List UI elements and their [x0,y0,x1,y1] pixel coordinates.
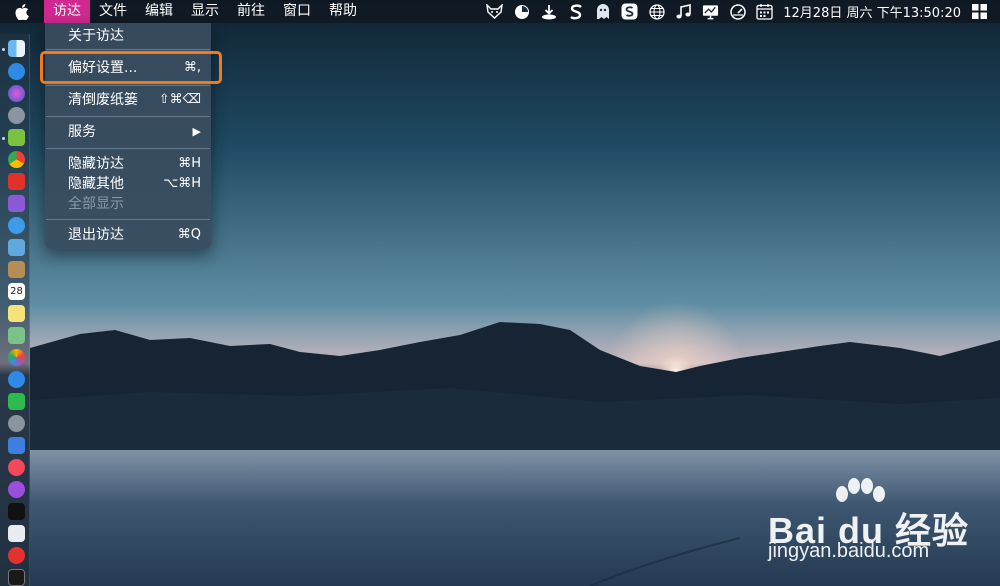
calendar-icon[interactable] [756,3,773,20]
menu-go[interactable]: 前往 [228,0,274,23]
app-store-icon[interactable] [8,63,25,80]
fox-icon[interactable] [486,3,504,20]
running-indicator [2,48,5,51]
vivaldi-icon[interactable] [8,547,25,564]
menu-view[interactable]: 显示 [182,0,228,23]
menu-help[interactable]: 帮助 [320,0,366,23]
cleaner-icon[interactable] [8,525,25,542]
quit-finder-shortcut: ⌘Q [177,227,201,242]
s-box-icon[interactable] [621,3,638,20]
menu-item-about-finder[interactable]: 关于访达 [45,26,211,46]
submenu-arrow-icon: ▶ [192,125,201,138]
dock: 28 [0,34,30,586]
download-icon[interactable] [540,3,557,20]
podcasts-icon[interactable] [8,481,25,498]
menu-window[interactable]: 窗口 [274,0,320,23]
android-icon[interactable] [8,129,25,146]
show-all-label: 全部显示 [68,196,124,212]
running-indicator [2,137,5,140]
chrome-icon[interactable] [8,151,25,168]
apple-logo-icon [15,3,29,20]
watermark-site: jingyan.baidu.com [768,540,930,562]
baidu-jingyan-watermark: Bai du 经验 jingyan.baidu.com [768,478,988,568]
menu-separator [46,49,210,50]
hide-others-shortcut: ⌥⌘H [163,176,201,191]
menu-item-hide-others[interactable]: 隐藏其他 ⌥⌘H [45,174,211,194]
maps-icon[interactable] [8,327,25,344]
menu-separator [46,116,210,117]
hide-finder-shortcut: ⌘H [178,156,201,171]
menu-edit[interactable]: 编辑 [136,0,182,23]
menu-finder[interactable]: 访达 [44,0,90,23]
hide-others-label: 隐藏其他 [68,176,124,192]
display-icon[interactable] [702,3,719,20]
apple-tv-icon[interactable] [8,503,25,520]
finder-icon[interactable] [8,40,25,57]
menu-item-hide-finder[interactable]: 隐藏访达 ⌘H [45,154,211,174]
music-icon[interactable] [8,459,25,476]
quit-finder-label: 退出访达 [68,227,124,243]
preview-icon[interactable] [8,239,25,256]
music-note-icon[interactable] [675,3,692,20]
photos-icon[interactable] [8,349,25,366]
globe-icon[interactable] [648,3,665,20]
keynote-icon[interactable] [8,437,25,454]
calendar-app-icon[interactable]: 28 [8,283,25,300]
services-label: 服务 [68,124,96,140]
purple-app-icon[interactable] [8,195,25,212]
status-bar: 12月28日 周六 下午13:50:20 [486,0,1000,23]
preferences-highlight-annotation [40,51,222,84]
safari-icon[interactable] [8,217,25,234]
terminal-icon[interactable] [8,569,25,586]
menu-separator [46,219,210,220]
menu-file[interactable]: 文件 [90,0,136,23]
empty-trash-shortcut: ⇧⌘⌫ [158,92,201,107]
menu-item-show-all: 全部显示 [45,194,211,214]
ghost-icon[interactable] [594,3,611,20]
menu-separator [46,85,210,86]
messages-icon[interactable] [8,371,25,388]
notes-brown-icon[interactable] [8,261,25,278]
menu-item-quit-finder[interactable]: 退出访达 ⌘Q [45,225,211,245]
menubar-clock[interactable]: 12月28日 周六 下午13:50:20 [783,2,961,21]
settings-icon[interactable] [8,415,25,432]
red-app-icon[interactable] [8,173,25,190]
hide-finder-label: 隐藏访达 [68,156,124,172]
menu-item-services[interactable]: 服务 ▶ [45,122,211,142]
launchpad-icon[interactable] [8,107,25,124]
wechat-icon[interactable] [8,393,25,410]
apple-menu-button[interactable] [0,0,44,23]
menu-item-empty-trash[interactable]: 清倒废纸篓 ⇧⌘⌫ [45,90,211,110]
windows-logo-icon[interactable] [971,3,988,20]
menu-bar: 访达 文件 编辑 显示 前往 窗口 帮助 12月28日 周六 下午13:50:2… [0,0,1000,23]
siri-icon[interactable] [8,85,25,102]
speedometer-icon[interactable] [729,3,746,20]
pie-chart-icon[interactable] [513,3,530,20]
menu-separator [46,148,210,149]
notes-icon[interactable] [8,305,25,322]
empty-trash-label: 清倒废纸篓 [68,92,138,108]
s-app-icon[interactable] [567,3,584,20]
about-finder-label: 关于访达 [68,28,124,44]
